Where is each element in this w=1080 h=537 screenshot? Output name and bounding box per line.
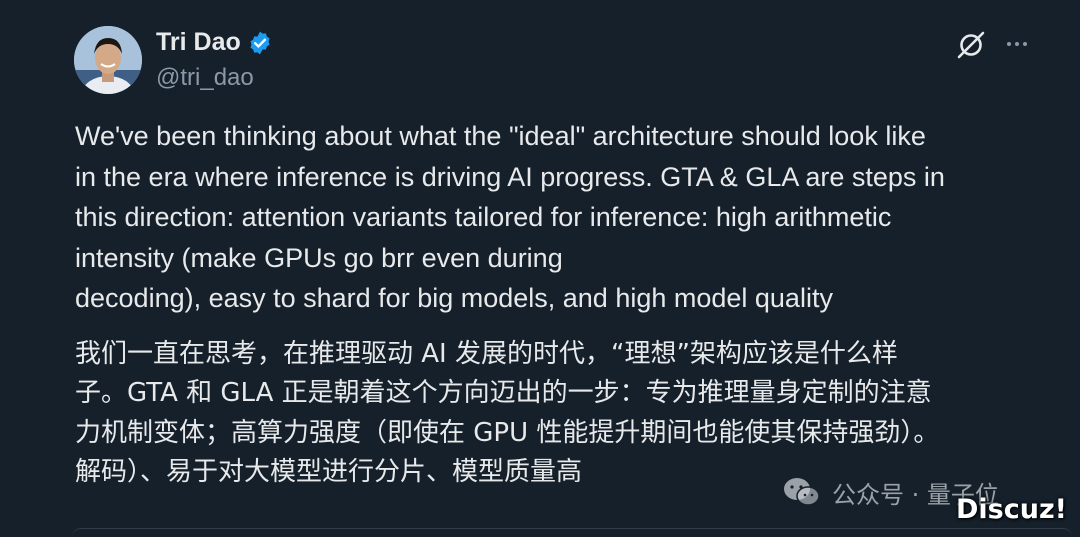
forum-watermark: Discuz! — [956, 494, 1067, 525]
verified-badge-icon[interactable] — [247, 30, 273, 56]
tweet-line: 我们一直在思考，在推理驱动 AI 发展的时代，“理想”架构应该是什么样 — [75, 339, 898, 369]
tweet-line: intensity (make GPUs go brr even during — [75, 242, 563, 273]
author-display-name[interactable]: Tri Dao — [156, 28, 241, 57]
wechat-icon — [784, 478, 820, 506]
author-name-row: Tri Dao — [156, 28, 273, 57]
tweet-line: decoding), easy to shard for big models,… — [75, 283, 833, 314]
author-handle[interactable]: @tri_dao — [156, 64, 254, 92]
more-options-button[interactable] — [1000, 30, 1034, 58]
tweet-line: this direction: attention variants tailo… — [75, 202, 892, 233]
tweet-card: Tri Dao @tri_dao We've been thinking abo… — [0, 0, 1080, 536]
avatar-image — [74, 26, 142, 94]
tweet-line: 子。GTA 和 GLA 正是朝着这个方向迈出的一步：专为推理量身定制的注意 — [75, 378, 932, 409]
more-icon — [1007, 42, 1027, 46]
grok-icon — [957, 31, 985, 59]
tweet-text-chinese: 我们一直在思考，在推理驱动 AI 发展的时代，“理想”架构应该是什么样 子。GT… — [75, 335, 1065, 492]
avatar[interactable] — [74, 26, 142, 94]
grok-button[interactable] — [954, 28, 988, 62]
tweet-text-english: We've been thinking about what the "idea… — [75, 116, 1065, 319]
tweet-line: 力机制变体；高算力强度（即使在 GPU 性能提升期间也能使其保持强劲）。 — [75, 417, 940, 448]
tweet-line: We've been thinking about what the "idea… — [75, 121, 926, 151]
tweet-line: in the era where inference is driving AI… — [75, 161, 945, 192]
